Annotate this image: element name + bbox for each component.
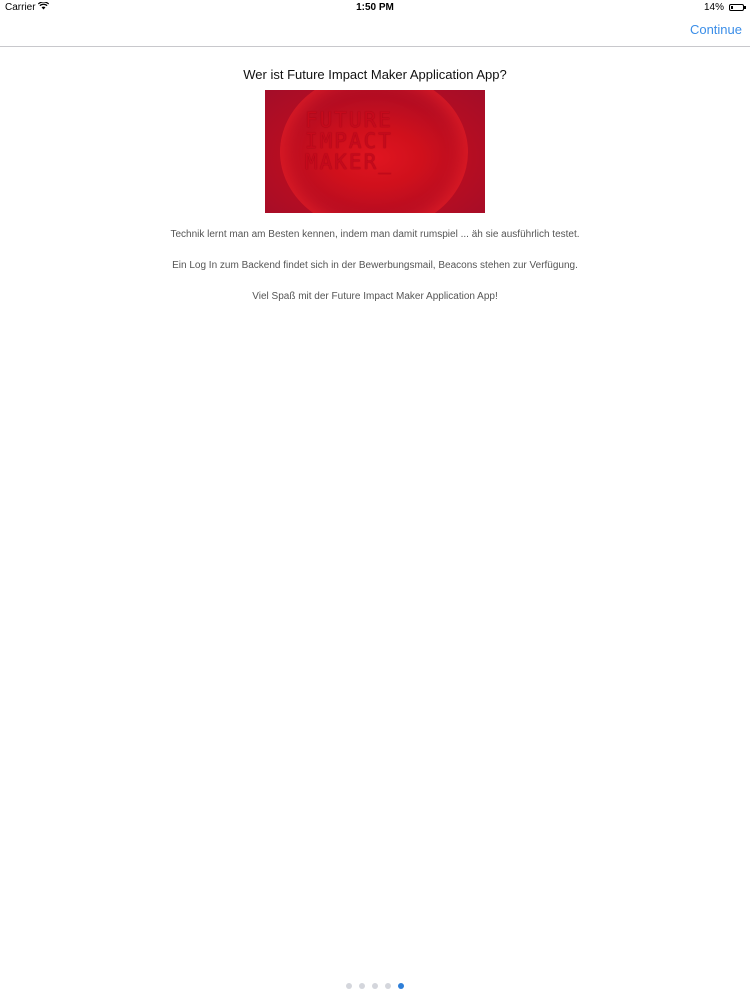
clock: 1:50 PM bbox=[356, 2, 394, 13]
continue-button[interactable]: Continue bbox=[690, 22, 742, 37]
status-bar: Carrier 1:50 PM 14% bbox=[0, 0, 750, 16]
page-control[interactable] bbox=[0, 983, 750, 991]
page-dot-1[interactable] bbox=[346, 983, 352, 989]
hero-logo-text: FUTURE IMPACT MAKER_ bbox=[305, 108, 393, 174]
page-dot-3[interactable] bbox=[372, 983, 378, 989]
battery-icon bbox=[729, 4, 746, 11]
future-impact-maker-logo-image: FUTURE IMPACT MAKER_ bbox=[265, 90, 485, 213]
navigation-bar: Continue bbox=[0, 16, 750, 47]
page-title: Wer ist Future Impact Maker Application … bbox=[243, 67, 507, 82]
intro-paragraph-2: Ein Log In zum Backend findet sich in de… bbox=[172, 260, 578, 271]
page-dot-5[interactable] bbox=[398, 983, 404, 989]
page-dot-2[interactable] bbox=[359, 983, 365, 989]
page-dot-4[interactable] bbox=[385, 983, 391, 989]
intro-paragraph-3: Viel Spaß mit der Future Impact Maker Ap… bbox=[252, 291, 498, 302]
battery-percentage: 14% bbox=[703, 2, 724, 13]
intro-paragraph-1: Technik lernt man am Besten kennen, inde… bbox=[170, 229, 580, 240]
